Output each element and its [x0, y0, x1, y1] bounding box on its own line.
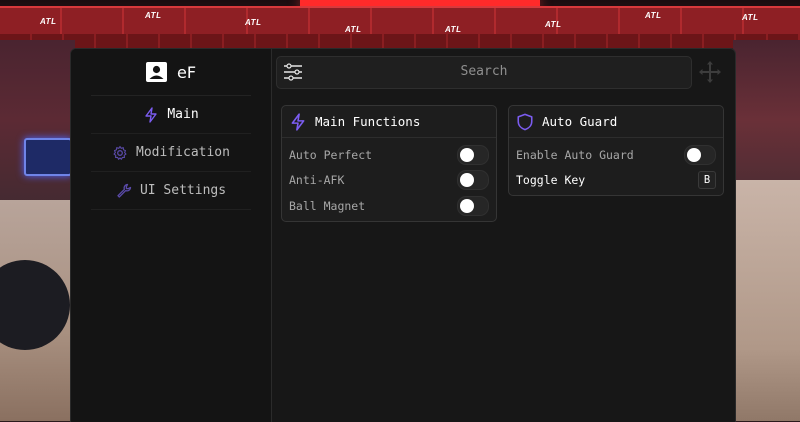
- card-header: Main Functions: [282, 106, 496, 138]
- atl-sign: ATL: [742, 13, 759, 22]
- auto-guard-card: Auto Guard Enable Auto Guard Toggle Key …: [508, 105, 724, 196]
- option-label: Auto Perfect: [289, 148, 373, 162]
- main-functions-card: Main Functions Auto Perfect Anti-AFK Bal…: [281, 105, 497, 222]
- arena-banner: [0, 6, 800, 36]
- anti-afk-toggle[interactable]: [457, 170, 489, 190]
- court-floor-left: [0, 200, 75, 421]
- search-bar[interactable]: Search: [276, 56, 692, 89]
- card-title: Main Functions: [315, 114, 421, 129]
- profile-name: eF: [176, 62, 197, 82]
- arena-lower-banner: [0, 34, 800, 48]
- sidebar-item-label: Modification: [136, 145, 230, 160]
- arena-scoreboard-screen: [24, 138, 72, 176]
- option-row: Auto Perfect: [289, 144, 489, 166]
- atl-sign: ATL: [445, 25, 462, 34]
- toggle-knob: [687, 148, 701, 162]
- wrench-icon: [117, 183, 132, 198]
- sidebar-item-ui-settings[interactable]: UI Settings: [91, 172, 251, 210]
- option-row: Toggle Key B: [516, 169, 716, 191]
- court-floor-right: [733, 180, 800, 421]
- toggle-knob: [460, 173, 474, 187]
- atl-sign: ATL: [645, 11, 662, 20]
- option-label: Enable Auto Guard: [516, 148, 634, 162]
- move-icon[interactable]: [698, 60, 722, 84]
- toggle-key-button[interactable]: B: [698, 171, 716, 189]
- option-label: Anti-AFK: [289, 173, 345, 187]
- script-hub-window: eF Main Modification UI Settings Search …: [70, 48, 736, 422]
- atl-sign: ATL: [40, 17, 57, 26]
- user-icon: [145, 62, 167, 82]
- card-title: Auto Guard: [542, 114, 618, 129]
- sidebar-item-modification[interactable]: Modification: [91, 134, 251, 172]
- sidebar-item-label: UI Settings: [139, 183, 227, 198]
- atl-sign: ATL: [345, 25, 362, 34]
- option-row: Ball Magnet: [289, 195, 489, 217]
- profile-header: eF: [91, 49, 251, 96]
- ball-magnet-toggle[interactable]: [457, 196, 489, 216]
- card-header: Auto Guard: [509, 106, 723, 138]
- atl-sign: ATL: [145, 11, 162, 20]
- sidebar-item-main[interactable]: Main: [91, 96, 251, 134]
- atl-sign: ATL: [245, 18, 262, 27]
- toggle-knob: [460, 199, 474, 213]
- toggle-knob: [460, 148, 474, 162]
- auto-perfect-toggle[interactable]: [457, 145, 489, 165]
- gear-icon: [113, 145, 127, 160]
- search-input[interactable]: Search: [277, 64, 691, 79]
- shield-icon: [517, 113, 533, 130]
- lightning-icon: [291, 112, 305, 131]
- enable-auto-guard-toggle[interactable]: [684, 145, 716, 165]
- option-label: Toggle Key: [516, 173, 586, 187]
- option-row: Enable Auto Guard: [516, 144, 716, 166]
- lightning-icon: [145, 106, 158, 123]
- sidebar: eF Main Modification UI Settings: [71, 49, 272, 422]
- option-label: Ball Magnet: [289, 199, 366, 213]
- atl-sign: ATL: [545, 20, 562, 29]
- sidebar-item-label: Main: [167, 107, 199, 122]
- option-row: Anti-AFK: [289, 169, 489, 191]
